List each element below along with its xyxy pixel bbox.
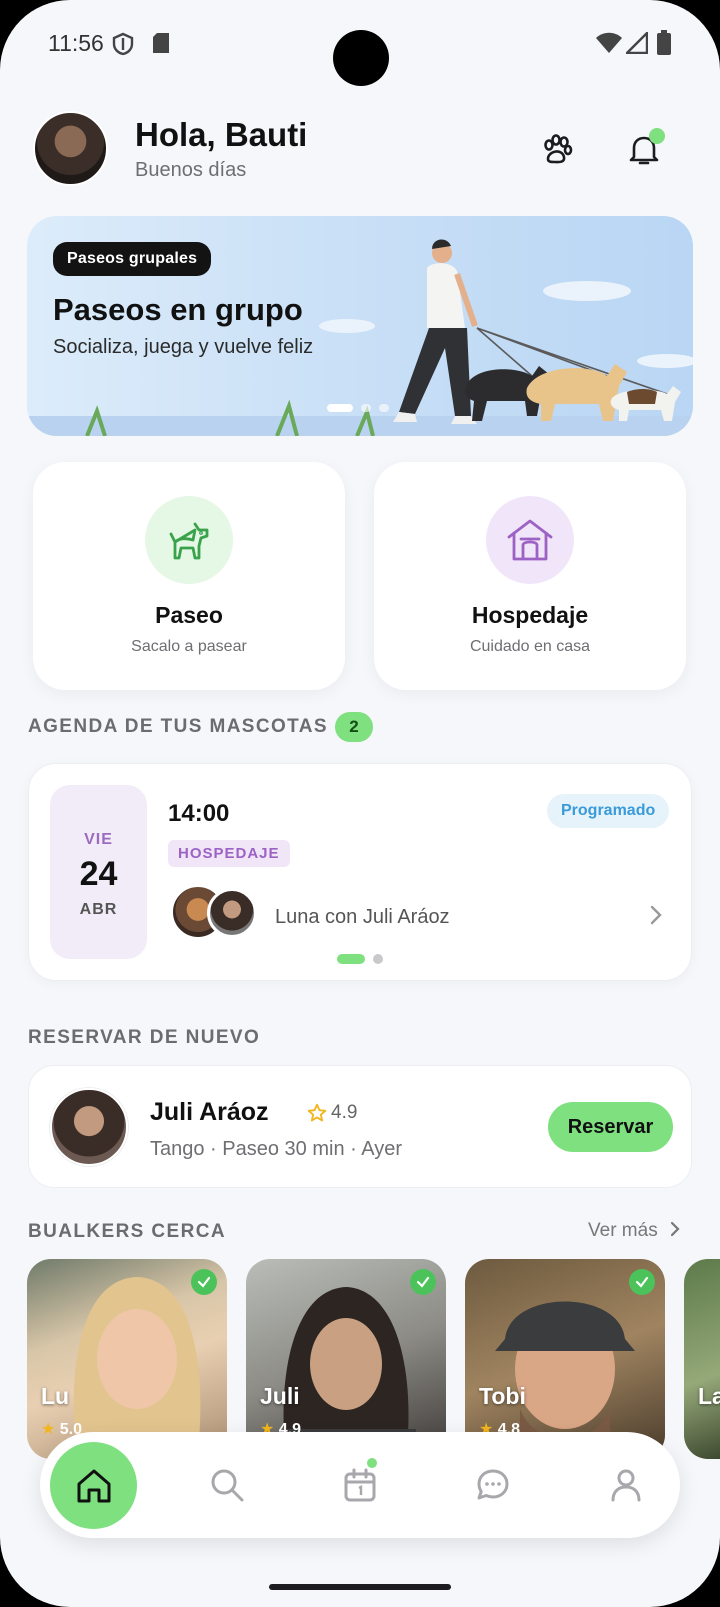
verified-badge (629, 1269, 655, 1295)
date-month: ABR (79, 901, 118, 918)
walker-name: La (698, 1383, 720, 1409)
see-more-link[interactable]: Ver más (588, 1220, 681, 1242)
walker-card[interactable]: La (684, 1259, 720, 1459)
pagination-dot (337, 954, 365, 964)
rebook-card[interactable]: Juli Aráoz 4.9 Tango · Paseo 30 min · Ay… (28, 1065, 692, 1188)
rating-value: 4.9 (331, 1102, 358, 1123)
pagination-dot (361, 404, 371, 412)
shield-icon (112, 32, 134, 56)
walker-name: Juli Aráoz (150, 1098, 269, 1126)
chevron-right-icon (670, 1221, 680, 1237)
service-icon-circle (145, 496, 233, 584)
dog-icon (169, 522, 209, 560)
check-icon (197, 1276, 211, 1288)
greeting-subtitle: Buenos días (135, 159, 247, 181)
service-title: Hospedaje (471, 602, 589, 628)
walker-rating: 4.9 (307, 1102, 357, 1124)
agenda-count-badge: 2 (335, 712, 373, 742)
rebook-heading: RESERVAR DE NUEVO (28, 1027, 261, 1048)
walker-card[interactable]: Lu ★ 5.0 (27, 1259, 227, 1459)
check-icon (635, 1276, 649, 1288)
signal-icon (626, 32, 648, 54)
pagination-dot (379, 404, 389, 412)
pagination-dot (327, 404, 353, 412)
date-weekday: VIE (84, 831, 113, 848)
walker-card[interactable]: Tobi ★ 4.8 (465, 1259, 665, 1459)
search-icon (211, 1469, 244, 1502)
reserve-button[interactable]: Reservar (548, 1102, 673, 1152)
house-icon (507, 519, 553, 561)
walker-name: Juli (260, 1383, 300, 1409)
notification-dot (649, 128, 665, 144)
agenda-time: 14:00 (168, 800, 230, 827)
rebook-meta: Tango · Paseo 30 min · Ayer (150, 1138, 402, 1160)
promo-banner[interactable]: Paseos grupales Paseos en grupo Socializ… (27, 216, 693, 436)
service-card-paseo[interactable]: Paseo Sacalo a pasear (33, 462, 345, 690)
status-badge: Programado (547, 794, 670, 828)
home-icon (77, 1469, 110, 1502)
agenda-pagination (337, 954, 383, 964)
gesture-home-bar[interactable] (269, 1584, 451, 1590)
service-card-hospedaje[interactable]: Hospedaje Cuidado en casa (374, 462, 686, 690)
nav-profile[interactable] (606, 1465, 646, 1505)
walker-avatar (50, 1088, 128, 1166)
nav-home[interactable] (50, 1442, 137, 1529)
service-subtitle: Sacalo a pasear (131, 638, 247, 655)
person-icon (611, 1469, 641, 1502)
agenda-date: VIE 24 ABR (50, 785, 147, 959)
nearby-heading: BUALKERS CERCA (28, 1221, 226, 1242)
nav-calendar[interactable] (340, 1465, 380, 1505)
greeting-title: Hola, Bauti (135, 116, 308, 153)
status-time: 11:56 (48, 30, 104, 56)
walker-avatar (207, 888, 257, 938)
battery-icon (657, 30, 671, 55)
agenda-participants: Luna con Juli Aráoz (275, 906, 450, 928)
banner-title: Paseos en grupo (53, 292, 303, 327)
calendar-badge-dot (365, 1456, 379, 1470)
calendar-icon (344, 1468, 376, 1502)
nav-messages[interactable] (473, 1465, 513, 1505)
chat-icon (477, 1469, 509, 1500)
camera-cutout (333, 30, 389, 86)
walker-card[interactable]: Juli ★ 4.9 (246, 1259, 446, 1459)
star-outline-icon (307, 1103, 327, 1122)
agenda-card[interactable]: VIE 24 ABR 14:00 HOSPEDAJE Programado Lu… (28, 763, 692, 981)
agenda-heading: AGENDA DE TUS MASCOTAS (28, 716, 328, 737)
screen: 11:56 Hola, Bauti Buenos días Paseos gru… (0, 0, 720, 1607)
pets-button[interactable] (535, 128, 579, 172)
banner-pagination (327, 404, 389, 412)
paw-icon (544, 134, 573, 164)
chevron-right-icon[interactable] (649, 904, 663, 926)
wifi-icon (596, 32, 622, 53)
verified-badge (191, 1269, 217, 1295)
see-more-label: Ver más (588, 1220, 658, 1241)
sd-card-icon (153, 33, 169, 53)
bottom-nav (40, 1432, 680, 1538)
date-day: 24 (79, 855, 118, 893)
service-subtitle: Cuidado en casa (469, 638, 591, 655)
pagination-dot (373, 954, 383, 964)
service-icon-circle (486, 496, 574, 584)
banner-subtitle: Socializa, juega y vuelve feliz (53, 336, 314, 358)
walker-name: Lu (41, 1383, 70, 1409)
service-title: Paseo (155, 602, 223, 628)
agenda-service-tag: HOSPEDAJE (168, 840, 290, 867)
verified-badge (410, 1269, 436, 1295)
nav-search[interactable] (207, 1465, 247, 1505)
avatar[interactable] (33, 111, 108, 186)
star-icon: ★ (41, 1421, 56, 1438)
banner-chip: Paseos grupales (53, 242, 212, 276)
walker-name: Tobi (479, 1383, 526, 1409)
check-icon (416, 1276, 430, 1288)
